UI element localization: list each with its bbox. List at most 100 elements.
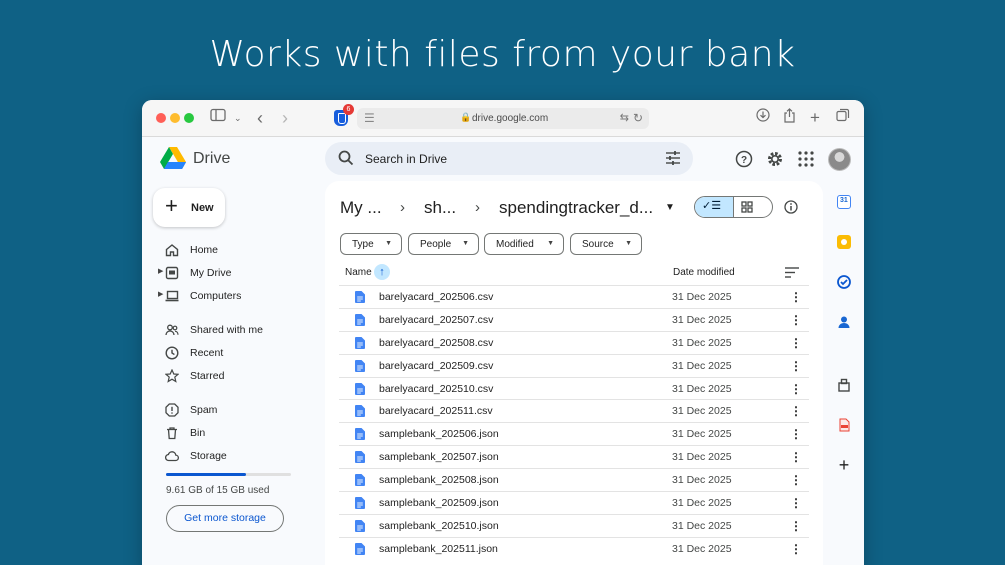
- file-name[interactable]: barelyacard_202509.csv: [379, 360, 493, 372]
- sidebar-item-spam[interactable]: Spam: [156, 400, 316, 420]
- address-bar[interactable]: ☰ 🔒 drive.google.com ⇆ ↻: [357, 108, 649, 129]
- search-icon[interactable]: [337, 149, 355, 167]
- forward-icon[interactable]: ›: [282, 108, 288, 128]
- file-date-modified: 31 Dec 2025: [672, 542, 732, 555]
- file-row[interactable]: barelyacard_202509.csv 31 Dec 2025 ⋮: [339, 353, 809, 377]
- calendar-icon[interactable]: 31: [837, 195, 851, 209]
- file-name[interactable]: barelyacard_202507.csv: [379, 314, 493, 326]
- chevron-down-icon[interactable]: ⌄: [234, 108, 242, 128]
- help-icon[interactable]: ?: [735, 150, 753, 168]
- pdf-addon-icon[interactable]: [837, 418, 851, 432]
- filter-modified-chip[interactable]: Modified ▼: [484, 233, 564, 255]
- sort-options-icon[interactable]: [785, 267, 799, 278]
- keep-icon[interactable]: [837, 235, 851, 249]
- file-row[interactable]: samplebank_202509.json 31 Dec 2025 ⋮: [339, 491, 809, 514]
- sidebar-item-my-drive[interactable]: ▶ My Drive: [156, 263, 316, 283]
- filter-people-chip[interactable]: People ▼: [408, 233, 479, 255]
- more-actions-icon[interactable]: ⋮: [790, 541, 802, 557]
- account-avatar[interactable]: [828, 148, 851, 171]
- sidebar-item-home[interactable]: Home: [156, 240, 316, 260]
- more-actions-icon[interactable]: ⋮: [790, 335, 802, 351]
- reload-icon[interactable]: ↻: [633, 111, 643, 125]
- file-row[interactable]: samplebank_202508.json 31 Dec 2025 ⋮: [339, 468, 809, 491]
- breadcrumb-item[interactable]: My ...: [340, 198, 382, 218]
- file-name[interactable]: samplebank_202510.json: [379, 520, 499, 532]
- sidebar-item-shared[interactable]: Shared with me: [156, 320, 316, 340]
- view-toggle: ✓☰: [694, 196, 773, 218]
- workspace-addon-icon[interactable]: [837, 378, 851, 392]
- expand-caret-icon[interactable]: ▶: [158, 290, 163, 298]
- expand-caret-icon[interactable]: ▶: [158, 267, 163, 275]
- tasks-icon[interactable]: [837, 275, 851, 289]
- file-name[interactable]: barelyacard_202510.csv: [379, 383, 493, 395]
- contacts-icon[interactable]: [837, 315, 851, 329]
- breadcrumb-item[interactable]: sh...: [424, 198, 456, 218]
- share-icon[interactable]: [783, 108, 796, 129]
- settings-gear-icon[interactable]: [766, 150, 784, 168]
- more-actions-icon[interactable]: ⋮: [790, 403, 802, 419]
- more-actions-icon[interactable]: ⋮: [790, 472, 802, 488]
- reader-icon[interactable]: ☰: [364, 111, 375, 125]
- more-actions-icon[interactable]: ⋮: [790, 426, 802, 442]
- more-actions-icon[interactable]: ⋮: [790, 449, 802, 465]
- file-name[interactable]: samplebank_202506.json: [379, 428, 499, 440]
- add-addon-plus-icon[interactable]: +: [837, 456, 851, 474]
- file-row[interactable]: samplebank_202507.json 31 Dec 2025 ⋮: [339, 445, 809, 468]
- file-row[interactable]: barelyacard_202510.csv 31 Dec 2025 ⋮: [339, 376, 809, 400]
- zoom-window-button[interactable]: [184, 113, 194, 123]
- sidebar-item-storage[interactable]: Storage: [156, 446, 316, 466]
- more-actions-icon[interactable]: ⋮: [790, 289, 802, 305]
- file-name[interactable]: barelyacard_202506.csv: [379, 291, 493, 303]
- file-row[interactable]: samplebank_202506.json 31 Dec 2025 ⋮: [339, 422, 809, 445]
- search-options-icon[interactable]: [665, 150, 681, 166]
- sidebar-item-recent[interactable]: Recent: [156, 343, 316, 363]
- sort-ascending-icon[interactable]: ↑: [374, 264, 390, 280]
- breadcrumb-current-folder[interactable]: spendingtracker_d...: [499, 198, 653, 218]
- back-icon[interactable]: ‹: [257, 108, 263, 128]
- get-more-storage-button[interactable]: Get more storage: [166, 505, 284, 532]
- file-row[interactable]: barelyacard_202508.csv 31 Dec 2025 ⋮: [339, 330, 809, 354]
- apps-grid-icon[interactable]: [797, 150, 815, 168]
- filter-type-chip[interactable]: Type ▼: [340, 233, 402, 255]
- drive-logo-icon[interactable]: [160, 146, 186, 170]
- sidebar-item-starred[interactable]: Starred: [156, 366, 316, 386]
- new-button[interactable]: + New: [153, 188, 225, 227]
- file-row[interactable]: samplebank_202511.json 31 Dec 2025 ⋮: [339, 536, 809, 560]
- column-header-name[interactable]: Name: [345, 267, 372, 278]
- column-header-date-modified[interactable]: Date modified: [673, 267, 735, 278]
- file-name[interactable]: samplebank_202511.json: [379, 543, 498, 555]
- translate-icon[interactable]: ⇆: [620, 111, 629, 124]
- search-bar[interactable]: Search in Drive: [325, 142, 693, 175]
- minimize-window-button[interactable]: [170, 113, 180, 123]
- more-actions-icon[interactable]: ⋮: [790, 312, 802, 328]
- list-view-button[interactable]: ✓☰: [695, 197, 734, 217]
- file-row[interactable]: barelyacard_202506.csv 31 Dec 2025 ⋮: [339, 285, 809, 308]
- file-row[interactable]: barelyacard_202511.csv 31 Dec 2025 ⋮: [339, 399, 809, 422]
- file-row[interactable]: samplebank_202510.json 31 Dec 2025 ⋮: [339, 513, 809, 537]
- more-actions-icon[interactable]: ⋮: [790, 358, 802, 374]
- download-icon[interactable]: [756, 108, 770, 128]
- filter-source-chip[interactable]: Source ▼: [570, 233, 642, 255]
- more-actions-icon[interactable]: ⋮: [790, 518, 802, 534]
- file-name[interactable]: barelyacard_202511.csv: [379, 405, 493, 417]
- tab-overview-icon[interactable]: [836, 108, 850, 128]
- search-input[interactable]: Search in Drive: [365, 152, 447, 166]
- sidebar-item-label: Bin: [190, 427, 206, 439]
- info-icon[interactable]: [784, 200, 798, 214]
- file-row[interactable]: barelyacard_202507.csv 31 Dec 2025 ⋮: [339, 307, 809, 331]
- close-window-button[interactable]: [156, 113, 166, 123]
- sidebar-toggle-icon[interactable]: [210, 108, 226, 128]
- more-actions-icon[interactable]: ⋮: [790, 495, 802, 511]
- file-list: barelyacard_202506.csv 31 Dec 2025 ⋮ barely…: [339, 285, 809, 560]
- filter-label: Modified: [496, 239, 534, 250]
- file-name[interactable]: barelyacard_202508.csv: [379, 337, 493, 349]
- file-name[interactable]: samplebank_202508.json: [379, 474, 499, 486]
- sidebar-item-bin[interactable]: Bin: [156, 423, 316, 443]
- folder-menu-caret-icon[interactable]: ▼: [665, 202, 675, 213]
- new-tab-icon[interactable]: +: [810, 108, 820, 128]
- sidebar-item-computers[interactable]: ▶ Computers: [156, 286, 316, 306]
- file-name[interactable]: samplebank_202507.json: [379, 451, 499, 463]
- file-name[interactable]: samplebank_202509.json: [379, 497, 499, 509]
- grid-view-icon[interactable]: [741, 201, 753, 213]
- more-actions-icon[interactable]: ⋮: [790, 381, 802, 397]
